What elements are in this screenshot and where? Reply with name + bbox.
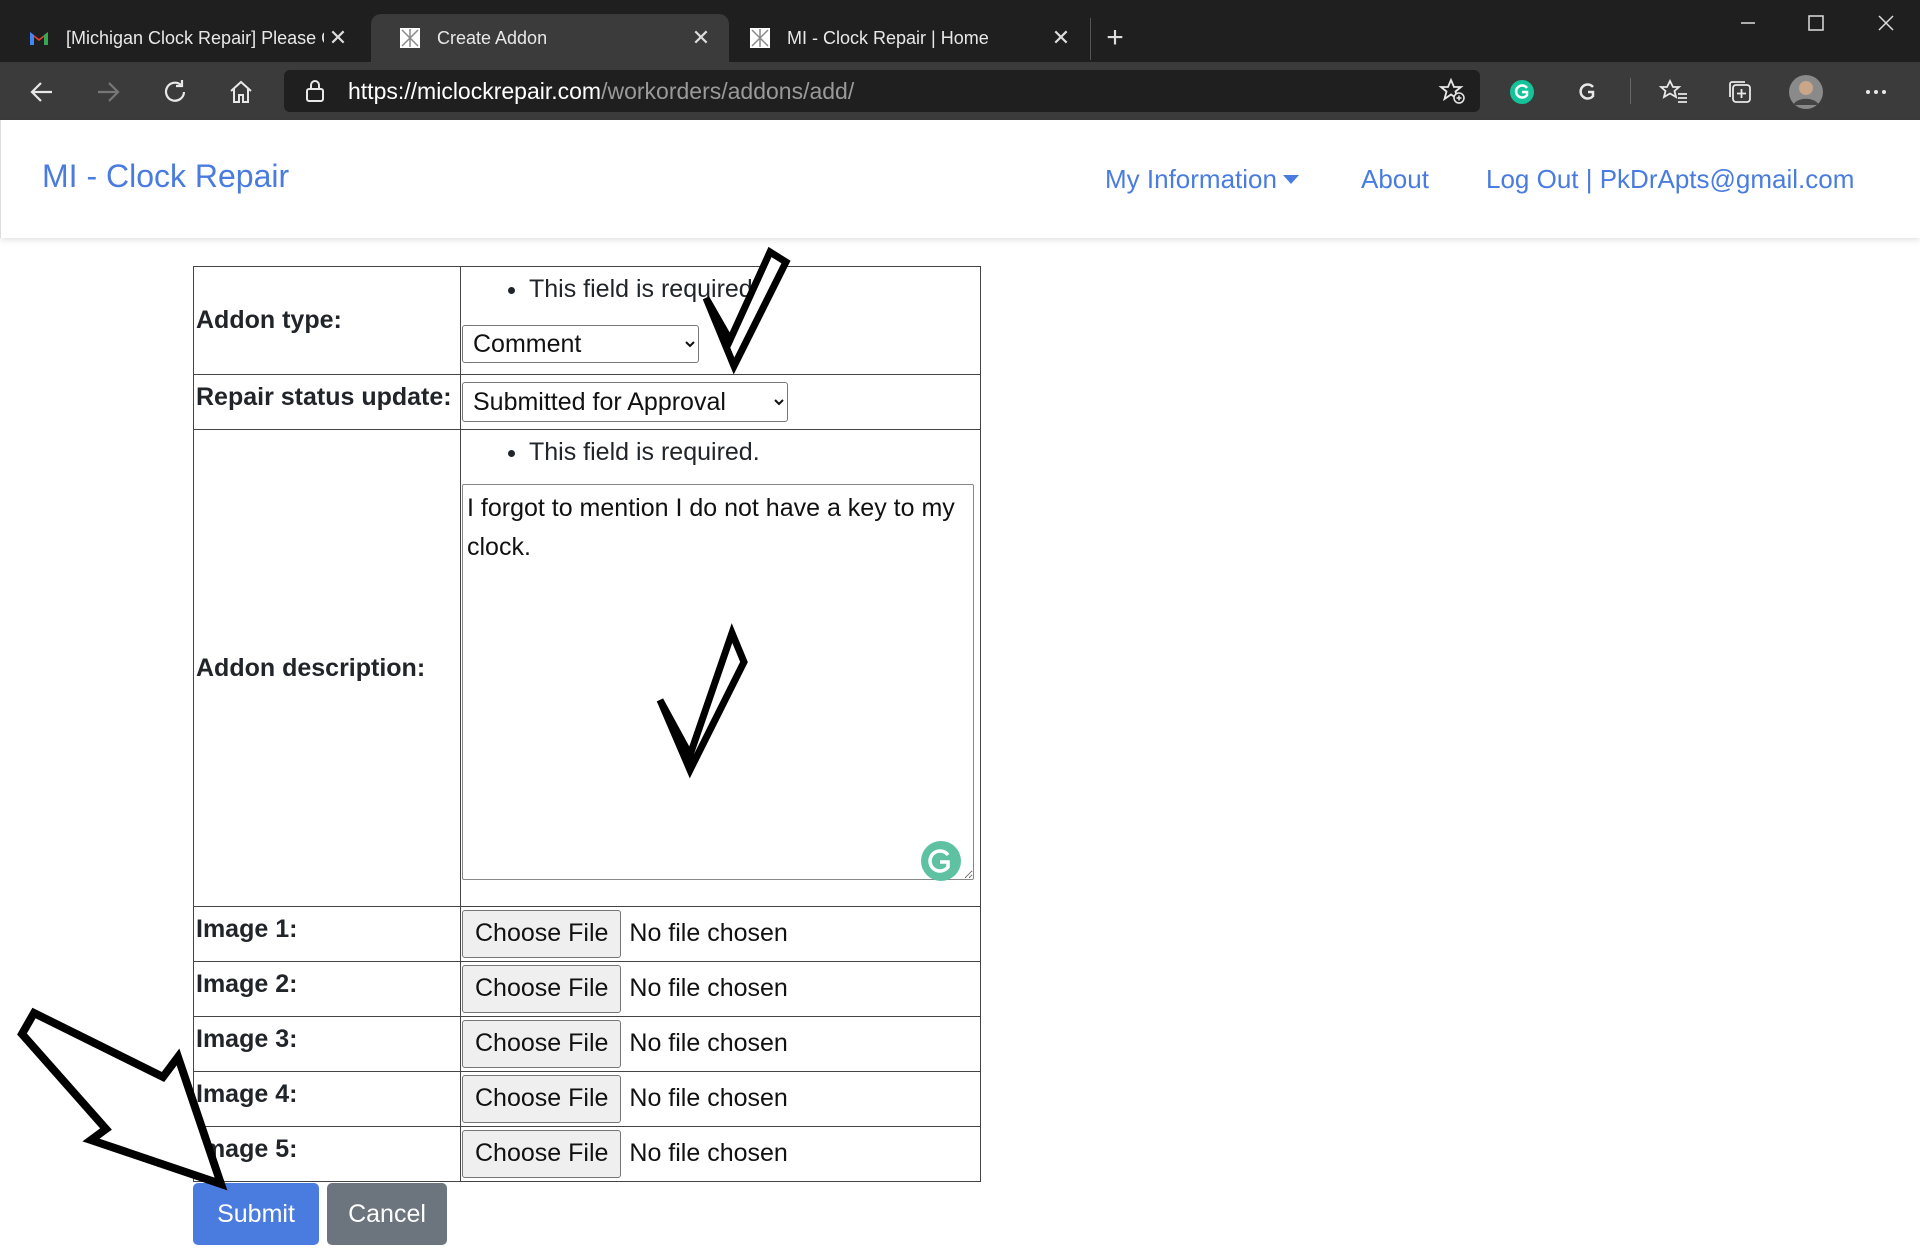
submit-button[interactable]: Submit bbox=[193, 1183, 319, 1245]
url-text: https://miclockrepair.com/workorders/add… bbox=[348, 78, 855, 104]
addon-form-table: Addon type: This field is required. Comm… bbox=[193, 266, 981, 1182]
tab-title: [Michigan Clock Repair] Please C bbox=[66, 27, 324, 48]
arrow-annotation-icon bbox=[17, 1007, 228, 1191]
address-bar[interactable]: https://miclockrepair.com/workorders/add… bbox=[284, 70, 1480, 112]
site-favicon-icon bbox=[400, 28, 420, 48]
tab-home[interactable]: MI - Clock Repair | Home ✕ bbox=[731, 14, 1089, 62]
lock-icon bbox=[306, 80, 324, 102]
error-list: This field is required. bbox=[461, 438, 980, 466]
browser-tab-bar: [Michigan Clock Repair] Please C ✕ Creat… bbox=[0, 0, 1920, 62]
collections-button[interactable] bbox=[1722, 74, 1758, 110]
my-information-dropdown[interactable]: My Information bbox=[1105, 164, 1299, 195]
grammarly-go-button[interactable] bbox=[1570, 74, 1606, 110]
image-3-row: Image 3: Choose File No file chosen bbox=[193, 1016, 981, 1072]
addon-type-select[interactable]: Comment bbox=[462, 325, 699, 363]
toolbar-divider bbox=[1630, 78, 1631, 104]
choose-file-button[interactable]: Choose File bbox=[462, 1019, 622, 1068]
favorites-button[interactable] bbox=[1656, 74, 1692, 110]
gmail-icon bbox=[30, 32, 48, 45]
my-information-label: My Information bbox=[1105, 164, 1277, 194]
file-status: No file chosen bbox=[629, 1084, 788, 1112]
profile-button[interactable] bbox=[1788, 74, 1824, 110]
choose-file-button[interactable]: Choose File bbox=[462, 1074, 622, 1123]
file-status: No file chosen bbox=[629, 1029, 788, 1057]
addon-type-label: Addon type: bbox=[193, 266, 461, 375]
minimize-icon bbox=[1741, 22, 1755, 24]
avatar bbox=[1789, 75, 1823, 109]
image-1-cell: Choose File No file chosen bbox=[460, 906, 981, 962]
image-5-label: Image 5: bbox=[193, 1126, 461, 1182]
file-status: No file chosen bbox=[629, 919, 788, 947]
caret-down-icon bbox=[1282, 174, 1299, 184]
more-dots-icon bbox=[1866, 90, 1886, 94]
close-tab-icon[interactable]: ✕ bbox=[324, 25, 352, 51]
image-1-row: Image 1: Choose File No file chosen bbox=[193, 906, 981, 962]
logout-link[interactable]: Log Out | PkDrApts@gmail.com bbox=[1486, 164, 1854, 195]
addon-description-row: Addon description: This field is require… bbox=[193, 429, 981, 907]
home-button[interactable] bbox=[223, 74, 259, 110]
forward-button[interactable] bbox=[90, 74, 126, 110]
settings-more-button[interactable] bbox=[1858, 74, 1894, 110]
error-message: This field is required. bbox=[529, 438, 980, 466]
image-4-row: Image 4: Choose File No file chosen bbox=[193, 1071, 981, 1127]
grammarly-icon bbox=[1510, 80, 1534, 104]
image-2-label: Image 2: bbox=[193, 961, 461, 1017]
close-window-button[interactable] bbox=[1852, 0, 1920, 46]
image-3-cell: Choose File No file chosen bbox=[460, 1016, 981, 1072]
error-list: This field is required. bbox=[461, 275, 980, 303]
file-status: No file chosen bbox=[629, 1139, 788, 1167]
choose-file-button[interactable]: Choose File bbox=[462, 909, 622, 958]
maximize-icon bbox=[1808, 15, 1824, 31]
new-tab-button[interactable]: + bbox=[1090, 18, 1139, 60]
addon-description-cell: This field is required. I forgot to ment… bbox=[460, 429, 981, 907]
close-tab-icon[interactable]: ✕ bbox=[1047, 25, 1075, 51]
image-4-label: Image 4: bbox=[193, 1071, 461, 1127]
addon-type-cell: This field is required. Comment bbox=[460, 266, 981, 375]
grammarly-extension-button[interactable] bbox=[1504, 74, 1540, 110]
grammarly-badge-icon[interactable] bbox=[920, 840, 962, 882]
grammarly-go-icon bbox=[1579, 83, 1595, 100]
image-2-row: Image 2: Choose File No file chosen bbox=[193, 961, 981, 1017]
collections-icon bbox=[1729, 81, 1751, 103]
addon-description-label: Addon description: bbox=[193, 429, 461, 907]
add-favorite-icon[interactable] bbox=[1438, 77, 1466, 105]
error-message: This field is required. bbox=[529, 275, 980, 303]
image-5-cell: Choose File No file chosen bbox=[460, 1126, 981, 1182]
image-5-row: Image 5: Choose File No file chosen bbox=[193, 1126, 981, 1182]
forward-arrow-icon bbox=[98, 82, 120, 102]
choose-file-button[interactable]: Choose File bbox=[462, 964, 622, 1013]
file-status: No file chosen bbox=[629, 974, 788, 1002]
image-1-label: Image 1: bbox=[193, 906, 461, 962]
repair-status-select[interactable]: Submitted for Approval bbox=[462, 382, 788, 422]
addon-description-textarea[interactable]: I forgot to mention I do not have a key … bbox=[462, 484, 974, 880]
tab-gmail[interactable]: [Michigan Clock Repair] Please C ✕ bbox=[0, 14, 366, 62]
favorites-icon bbox=[1659, 78, 1687, 103]
tab-create-addon[interactable]: Create Addon ✕ bbox=[371, 14, 729, 62]
image-3-label: Image 3: bbox=[193, 1016, 461, 1072]
reload-button[interactable] bbox=[157, 74, 193, 110]
repair-status-label: Repair status update: bbox=[193, 374, 461, 430]
image-2-cell: Choose File No file chosen bbox=[460, 961, 981, 1017]
about-link[interactable]: About bbox=[1361, 164, 1429, 195]
choose-file-button[interactable]: Choose File bbox=[462, 1129, 622, 1178]
back-button[interactable] bbox=[24, 74, 60, 110]
close-icon bbox=[1878, 15, 1894, 31]
repair-status-cell: Submitted for Approval bbox=[460, 374, 981, 430]
maximize-button[interactable] bbox=[1782, 0, 1850, 46]
tab-title: MI - Clock Repair | Home bbox=[787, 27, 989, 48]
back-arrow-icon bbox=[30, 82, 52, 102]
site-navbar: MI - Clock Repair My Information About L… bbox=[0, 120, 1920, 238]
minimize-button[interactable] bbox=[1714, 0, 1782, 46]
tab-title: Create Addon bbox=[437, 27, 548, 48]
home-icon bbox=[230, 80, 252, 103]
image-4-cell: Choose File No file chosen bbox=[460, 1071, 981, 1127]
brand-link[interactable]: MI - Clock Repair bbox=[42, 158, 289, 195]
cancel-button[interactable]: Cancel bbox=[327, 1183, 447, 1245]
site-favicon-icon bbox=[750, 28, 770, 48]
reload-icon bbox=[164, 80, 186, 102]
addon-type-row: Addon type: This field is required. Comm… bbox=[193, 266, 981, 375]
close-tab-icon[interactable]: ✕ bbox=[687, 25, 715, 51]
browser-toolbar: https://miclockrepair.com/workorders/add… bbox=[0, 62, 1920, 120]
repair-status-row: Repair status update: Submitted for Appr… bbox=[193, 374, 981, 430]
